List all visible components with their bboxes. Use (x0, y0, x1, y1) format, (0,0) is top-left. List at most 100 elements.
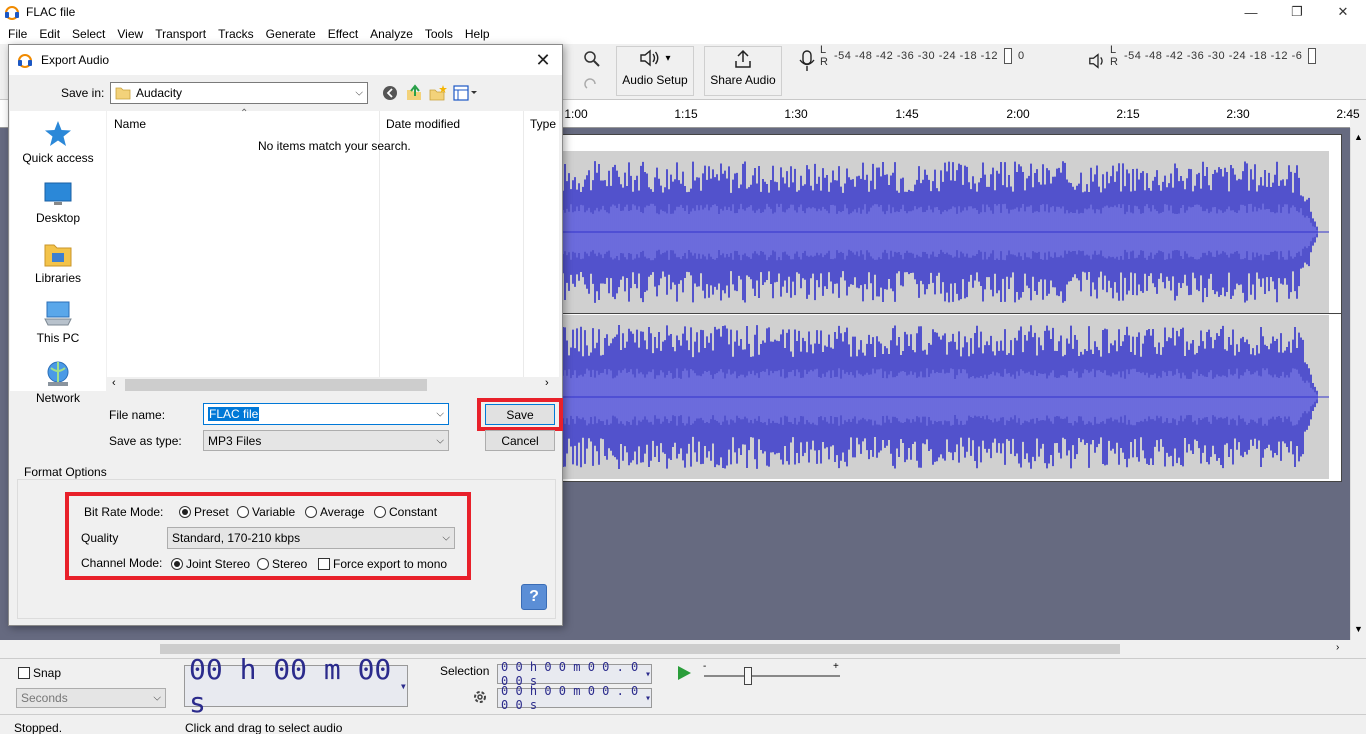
playback-level-slider[interactable] (1308, 48, 1317, 64)
close-window-button[interactable]: ✕ (1320, 0, 1366, 24)
record-meter-right-label: R (820, 56, 828, 68)
redo-icon[interactable] (583, 78, 599, 94)
dialog-title: Export Audio (41, 53, 110, 67)
save-in-select[interactable]: Audacity ⌵ (110, 82, 368, 104)
selection-end-time[interactable]: 0 0 h 0 0 m 0 0 . 0 0 0 s ▾ (497, 684, 652, 712)
scroll-right-icon[interactable]: › (1336, 642, 1339, 653)
menu-view[interactable]: View (111, 27, 149, 41)
dialog-titlebar: Export Audio ✕ (9, 45, 562, 75)
scroll-down-icon[interactable]: ▼ (1354, 624, 1363, 634)
menu-tracks[interactable]: Tracks (212, 27, 260, 41)
selection-toolbar: Snap Seconds ⌵ 00 h 00 m 00 s ▾ Selectio… (0, 653, 1366, 719)
play-at-speed-icon[interactable] (676, 665, 692, 681)
menu-help[interactable]: Help (459, 27, 496, 41)
audio-setup-label: Audio Setup (622, 73, 688, 87)
playback-speaker-icon[interactable] (1088, 52, 1108, 70)
menu-transport[interactable]: Transport (149, 27, 212, 41)
save-as-type-label: Save as type: (109, 434, 182, 448)
place-label: Quick access (22, 151, 94, 165)
menu-tools[interactable]: Tools (419, 27, 459, 41)
chevron-down-icon: ⌵ (436, 435, 444, 446)
menu-select[interactable]: Select (66, 27, 111, 41)
scroll-left-icon[interactable]: ‹ (112, 377, 116, 389)
time-display-dropdown-icon[interactable]: ▾ (400, 679, 407, 693)
cancel-button[interactable]: Cancel (485, 430, 555, 451)
new-folder-icon[interactable] (429, 84, 447, 102)
record-meter[interactable]: L R -54 -48 -42 -36 -30 -24 -18 -12 0 (820, 44, 1024, 68)
ruler-label: 1:00 (564, 107, 588, 121)
waveform-channel-right[interactable] (561, 315, 1329, 479)
file-list-scroll-thumb[interactable] (125, 379, 427, 391)
record-level-slider[interactable] (1004, 48, 1013, 64)
playback-meter[interactable]: L R -54 -48 -42 -36 -30 -24 -18 -12 -6 (1110, 44, 1317, 68)
save-as-type-select[interactable]: MP3 Files ⌵ (203, 430, 449, 451)
ruler-label: 1:45 (895, 107, 919, 121)
menu-effect[interactable]: Effect (322, 27, 364, 41)
gear-icon[interactable] (472, 689, 488, 705)
scroll-up-icon[interactable]: ▲ (1354, 132, 1363, 142)
place-label: Desktop (35, 211, 81, 225)
place-label: Network (35, 391, 80, 405)
speed-minus-label: - (703, 661, 707, 672)
selection-end-dropdown-icon[interactable]: ▾ (645, 693, 651, 704)
back-icon[interactable] (382, 85, 398, 101)
place-quick-access[interactable]: Quick access (10, 119, 106, 165)
place-network[interactable]: Network (10, 359, 106, 405)
ruler-label: 2:00 (1006, 107, 1030, 121)
file-list[interactable]: ⌃ Name Date modified Type No items match… (107, 108, 559, 377)
vertical-scrollbar[interactable]: ▲ ▼ (1350, 128, 1366, 640)
up-folder-icon[interactable] (405, 84, 423, 102)
column-header-name[interactable]: Name (114, 117, 146, 131)
speed-slider-handle[interactable] (744, 667, 752, 685)
places-bar: Quick access Desktop Libraries This PC N… (10, 111, 106, 405)
waveform-channel-left[interactable] (561, 151, 1329, 313)
format-options-highlight-box (65, 492, 471, 580)
place-desktop[interactable]: Desktop (10, 179, 106, 225)
file-name-input[interactable]: FLAC file ⌵ (203, 403, 449, 425)
computer-icon (44, 301, 72, 326)
scroll-right-icon[interactable]: › (545, 377, 549, 389)
playback-meter-scale: -54 -48 -42 -36 -30 -24 -18 -12 -6 (1123, 50, 1303, 62)
ruler-label: 2:45 (1336, 107, 1360, 121)
speed-slider-track[interactable] (704, 675, 840, 677)
network-globe-icon (47, 361, 69, 386)
ruler-label: 1:30 (784, 107, 808, 121)
place-libraries[interactable]: Libraries (10, 239, 106, 285)
share-audio-button[interactable]: Share Audio (704, 46, 782, 96)
file-name-label: File name: (109, 408, 166, 422)
playback-meter-right-label: R (1110, 56, 1118, 68)
window-titlebar: FLAC file — ❐ ✕ (0, 0, 1366, 24)
snap-unit-select[interactable]: Seconds ⌵ (16, 688, 166, 708)
chevron-down-icon: ⌵ (355, 87, 363, 99)
status-hint: Click and drag to select audio (185, 721, 343, 734)
record-meter-zero: 0 (1018, 50, 1025, 62)
menu-generate[interactable]: Generate (260, 27, 322, 41)
selection-start-time[interactable]: 0 0 h 0 0 m 0 0 . 0 0 0 s ▾ (497, 660, 652, 688)
audio-track[interactable] (560, 134, 1342, 482)
time-display[interactable]: 00 h 00 m 00 s ▾ (184, 653, 408, 719)
minimize-button[interactable]: — (1228, 0, 1274, 24)
folder-icon (115, 87, 131, 100)
audio-setup-button[interactable]: ▾ Audio Setup (616, 46, 694, 96)
dialog-close-button[interactable]: ✕ (532, 49, 554, 71)
column-header-date-modified[interactable]: Date modified (386, 117, 460, 131)
column-separator (523, 111, 524, 377)
menu-edit[interactable]: Edit (33, 27, 66, 41)
microphone-icon[interactable] (798, 50, 816, 72)
menu-analyze[interactable]: Analyze (364, 27, 419, 41)
ruler-label: 1:15 (674, 107, 698, 121)
file-list-scrollbar[interactable]: ‹ › (107, 377, 559, 393)
column-header-type[interactable]: Type (530, 117, 556, 131)
selection-start-dropdown-icon[interactable]: ▾ (645, 669, 651, 680)
help-button[interactable]: ? (521, 584, 547, 610)
snap-checkbox[interactable]: Snap (18, 666, 61, 680)
place-this-pc[interactable]: This PC (10, 299, 106, 345)
snap-unit-value: Seconds (21, 691, 68, 705)
snap-check-box[interactable] (18, 667, 30, 679)
view-menu-icon[interactable] (453, 85, 479, 101)
zoom-fit-icon[interactable] (583, 50, 601, 68)
star-icon (45, 121, 71, 146)
selection-label: Selection (440, 664, 490, 678)
menu-file[interactable]: File (2, 27, 33, 41)
restore-button[interactable]: ❐ (1274, 0, 1320, 24)
